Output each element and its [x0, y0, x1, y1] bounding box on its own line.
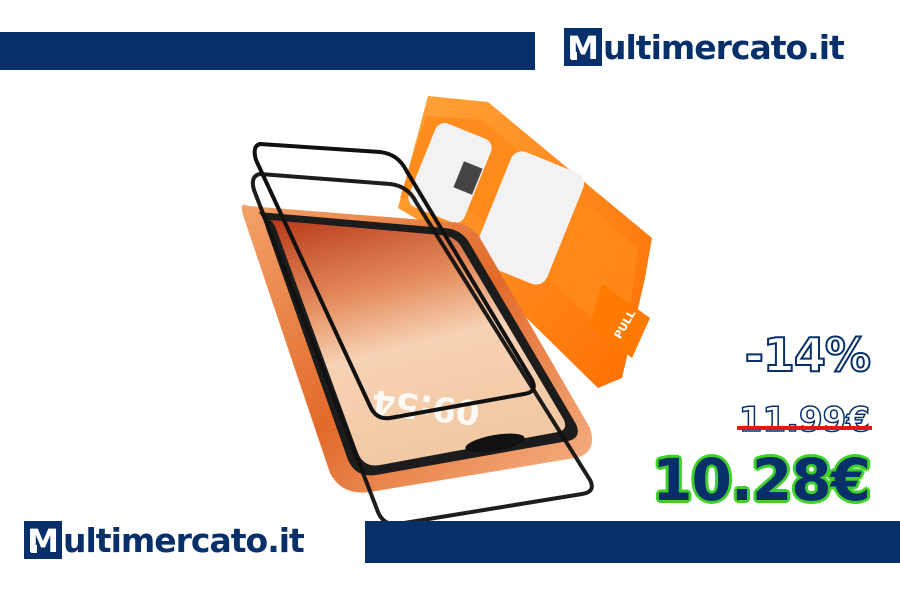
- bottom-banner-bar: [365, 521, 900, 563]
- logo-m-icon: M: [564, 28, 602, 66]
- strikethrough-line: [736, 426, 872, 430]
- brand-name-top: ultimercato.it: [603, 27, 845, 67]
- logo-m-icon: M: [24, 521, 62, 559]
- current-price: 10.28€: [652, 446, 871, 514]
- brand-name-bottom: ultimercato.it: [63, 520, 305, 560]
- brand-logo-bottom[interactable]: M ultimercato.it: [24, 520, 305, 560]
- discount-badge: -14%: [744, 327, 872, 383]
- original-price: 11.99€: [736, 399, 872, 441]
- top-banner-bar: [0, 32, 535, 70]
- brand-logo-top[interactable]: M ultimercato.it: [564, 27, 845, 67]
